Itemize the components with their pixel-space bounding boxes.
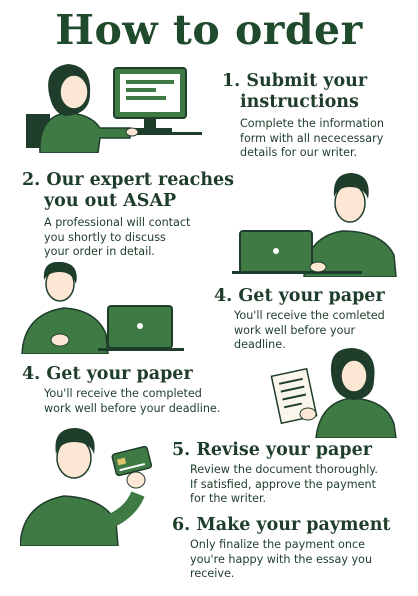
- step-6-body-line-1: Only finalize the payment once: [190, 538, 365, 551]
- step-5: 5. Revise your paper Review the document…: [172, 440, 378, 507]
- step-4-body-line-1: You'll receive the completed: [44, 387, 202, 400]
- man-with-laptop-pointing-illustration: [21, 262, 184, 354]
- step-5-body-line-1: Review the document thoroughly.: [190, 463, 378, 476]
- step-4-body-line-2: work well before your deadline.: [44, 401, 221, 415]
- step-5-body-line-3: for the writer.: [190, 492, 267, 505]
- step-1-heading-line-1: 1. Submit your: [222, 71, 368, 91]
- step-2-heading-line-1: 2. Our expert reaches: [22, 170, 235, 190]
- step-6: 6. Make your payment Only finalize the p…: [172, 515, 391, 582]
- step-1-body-line-3: details for our writer.: [240, 146, 358, 159]
- step-1-heading-line-2: instructions: [240, 92, 359, 112]
- page-title: How to order: [55, 6, 363, 54]
- step-1-body-line-1: Complete the information: [240, 117, 384, 130]
- step-2-body-line-2: you shortly to discuss: [44, 230, 166, 244]
- step-6-body-line-2: you're happy with the essay you: [190, 552, 373, 566]
- step-4: 4. Get your paper You'll receive the com…: [22, 364, 220, 416]
- man-with-laptop-illustration: [232, 173, 397, 277]
- step-2-body-line-3: your order in detail.: [44, 245, 155, 258]
- step-3-heading: 4. Get your paper: [214, 286, 385, 306]
- step-1-body-line-2: form with all nececessary: [240, 131, 384, 145]
- step-2: 2. Our expert reaches you out ASAP A pro…: [22, 170, 234, 260]
- step-1: 1. Submit your instructions Complete the…: [222, 71, 384, 161]
- step-3-body-line-1: You'll receive the comleted: [234, 309, 385, 322]
- woman-reading-paper-illustration: [270, 348, 397, 438]
- man-holding-card-illustration: [20, 428, 152, 546]
- step-6-body-line-3: receive.: [190, 567, 235, 580]
- woman-at-computer-illustration: [26, 64, 202, 153]
- step-5-body-line-2: If satisfied, approve the payment: [190, 477, 377, 491]
- step-4-heading: 4. Get your paper: [22, 364, 193, 384]
- step-3-body-line-2: work well before your: [234, 323, 356, 337]
- step-5-heading: 5. Revise your paper: [172, 440, 372, 460]
- step-2-body-line-1: A professional will contact: [44, 216, 191, 229]
- step-2-heading-line-2: you out ASAP: [44, 191, 177, 211]
- step-6-heading: 6. Make your payment: [172, 515, 391, 535]
- step-3: 4. Get your paper You'll receive the com…: [214, 286, 385, 353]
